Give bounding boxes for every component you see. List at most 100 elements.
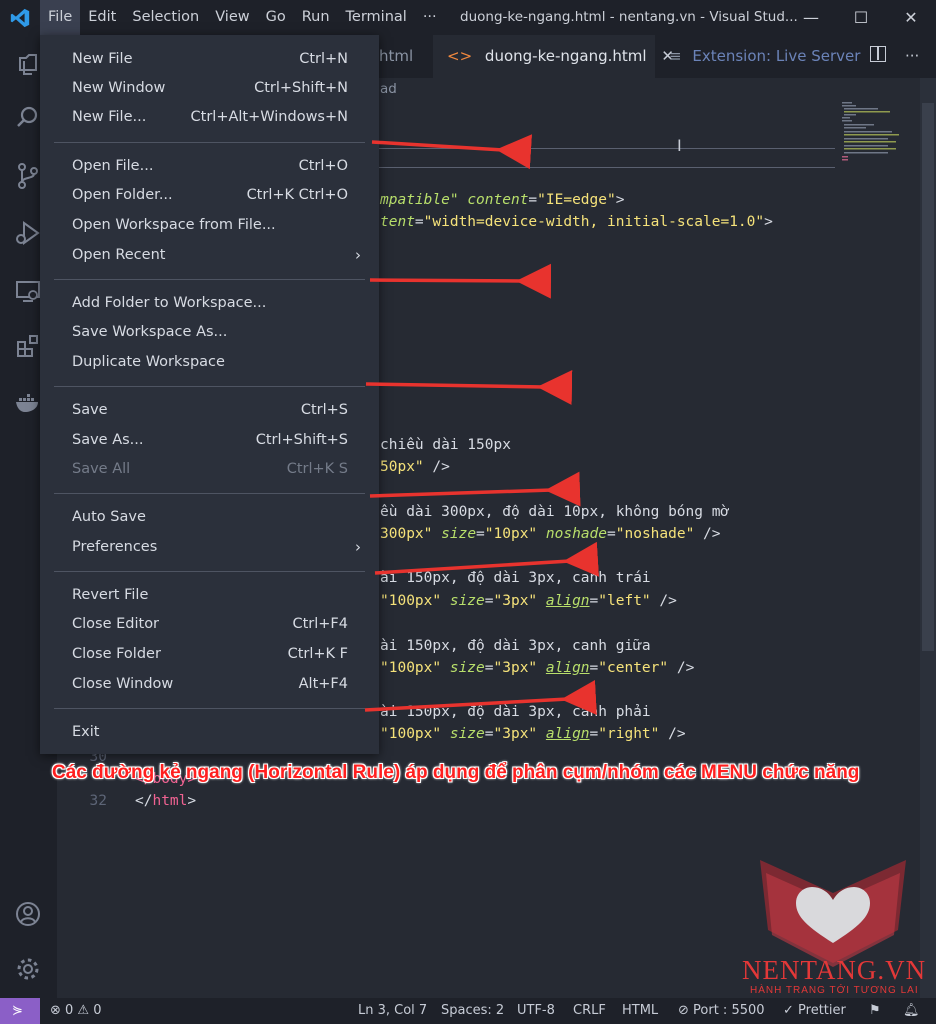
explorer-icon[interactable] [14,50,42,78]
indentation[interactable]: Spaces: 2 [441,998,504,1024]
window-title: duong-ke-ngang.html - nentang.vn - Visua… [460,9,798,25]
code-comment: ài 150px, độ dài 3px, canh phải [380,704,651,720]
window-controls: — ☐ ✕ [786,0,936,35]
current-line-guide [377,148,835,149]
tab-html-file[interactable]: html [379,35,433,78]
menu-item-open-folder[interactable]: Open Folder... Ctrl+K Ctrl+O [40,181,379,209]
docker-icon[interactable] [14,388,42,416]
code-comment: ài 150px, độ dài 3px, canh giữa [380,638,651,654]
code-comment: ều dài 300px, độ dài 10px, không bóng mờ [380,504,730,520]
line-number: 32 [89,793,107,809]
extension-preview-icon: ≡ [669,47,682,65]
tab-label: Extension: Live Server [692,47,861,65]
menu-item-close-window[interactable]: Close Window Alt+F4 [40,670,379,698]
menu-view[interactable]: View [207,0,257,35]
minimize-button[interactable]: — [786,0,836,35]
menu-item-open-workspace[interactable]: Open Workspace from File... [40,211,379,239]
menu-item-open-file[interactable]: Open File... Ctrl+O [40,152,379,180]
settings-gear-icon[interactable] [14,955,42,983]
menu-separator [54,571,365,572]
menu-separator [54,142,365,143]
menu-item-save[interactable]: Save Ctrl+S [40,396,379,424]
tab-live-server[interactable]: ≡ Extension: Live Server [655,35,860,78]
split-editor-icon[interactable] [870,46,886,62]
remote-icon: ⋟ [12,1003,23,1018]
brand-slogan: HÀNH TRANG TỚI TƯƠNG LAI [750,985,919,996]
problems-indicator[interactable]: ⊗ 0 ⚠ 0 [50,998,102,1024]
tab-label: html [379,47,414,65]
run-debug-icon[interactable] [14,219,42,247]
menu-item-open-recent[interactable]: Open Recent › [40,241,379,269]
status-bar: ⋟ ⊗ 0 ⚠ 0 Ln 3, Col 7 Spaces: 2 UTF-8 CR… [0,998,936,1024]
brand-name: NENTANG.VN [742,955,927,985]
accounts-icon[interactable] [14,900,42,928]
html-file-icon: <> [447,47,473,65]
menu-item-preferences[interactable]: Preferences › [40,533,379,561]
extensions-icon[interactable] [14,332,42,360]
code-line: 300px" size="10px" noshade="noshade" /> [380,526,721,542]
code-line: "100px" size="3px" align="left" /> [380,593,677,609]
code-comment: ài 150px, độ dài 3px, canh trái [380,570,651,586]
remote-indicator[interactable]: ⋟ [0,998,40,1024]
chevron-right-icon: › [355,246,361,264]
code-line: </html> [135,793,197,809]
menu-separator [54,279,365,280]
source-control-icon[interactable] [14,162,42,190]
feedback-icon[interactable]: ⚑ [869,998,881,1024]
search-icon[interactable] [14,104,42,132]
menu-item-save-all: Save All Ctrl+K S [72,461,348,477]
scrollbar-thumb[interactable] [922,103,934,651]
cursor-position[interactable]: Ln 3, Col 7 [358,998,427,1024]
menu-separator [54,708,365,709]
encoding[interactable]: UTF-8 [517,998,555,1024]
vscode-logo-icon [10,8,30,28]
menu-run[interactable]: Run [294,0,338,35]
menu-item-duplicate-workspace[interactable]: Duplicate Workspace [40,348,379,376]
code-line: "100px" size="3px" align="center" /> [380,660,695,676]
code-line: 50px" /> [380,459,450,475]
menu-more[interactable]: ··· [415,0,445,35]
menu-separator [54,386,365,387]
live-server-port[interactable]: ⊘ Port : 5500 [678,998,765,1024]
minimap[interactable] [840,100,920,170]
code-line: "100px" size="3px" align="right" /> [380,726,686,742]
remote-explorer-icon[interactable] [14,277,42,305]
tab-label: duong-ke-ngang.html [484,47,647,65]
close-window-button[interactable]: ✕ [886,0,936,35]
code-line: mpatible" content="IE=edge"> [380,192,625,208]
menu-item-new-window[interactable]: New Window Ctrl+Shift+N [40,74,379,102]
language-mode[interactable]: HTML [622,998,658,1024]
menu-item-close-folder[interactable]: Close Folder Ctrl+K F [40,640,379,668]
prettier-status[interactable]: ✓ Prettier [783,998,846,1024]
menu-item-auto-save[interactable]: Auto Save [40,503,379,531]
menu-edit[interactable]: Edit [80,0,124,35]
more-actions-icon[interactable]: ··· [905,35,919,78]
menu-go[interactable]: Go [258,0,294,35]
maximize-button[interactable]: ☐ [836,0,886,35]
notifications-bell-icon[interactable]: 🔔︎ [903,998,920,1024]
code-line: tent="width=device-width, initial-scale=… [380,214,773,230]
menu-item-save-as[interactable]: Save As... Ctrl+Shift+S [40,426,379,454]
chevron-right-icon: › [355,538,361,556]
menu-item-new-file[interactable]: New File Ctrl+N [40,45,379,73]
menu-terminal[interactable]: Terminal [338,0,415,35]
title-bar: File Edit Selection View Go Run Terminal… [0,0,936,35]
menu-file[interactable]: File [40,0,81,35]
menu-item-save-workspace-as[interactable]: Save Workspace As... [40,318,379,346]
line-ending[interactable]: CRLF [573,998,606,1024]
code-comment: chiều dài 150px [380,437,511,453]
menu-bar: File Edit Selection View Go Run Terminal… [40,0,445,35]
port-icon: ⊘ [678,1003,694,1018]
current-line-guide [377,167,835,168]
menu-selection[interactable]: Selection [124,0,207,35]
text-cursor-icon: I [677,136,682,155]
menu-item-add-folder[interactable]: Add Folder to Workspace... [40,289,379,317]
annotation-caption: Các đường kẻ ngang (Horizontal Rule) áp … [52,762,860,783]
menu-item-close-editor[interactable]: Close Editor Ctrl+F4 [40,610,379,638]
file-menu-dropdown: New File Ctrl+N New Window Ctrl+Shift+N Ne… [40,35,379,754]
menu-item-exit[interactable]: Exit [40,718,379,746]
menu-item-revert-file[interactable]: Revert File [40,581,379,609]
menu-item-new-file-with[interactable]: New File... Ctrl+Alt+Windows+N [40,103,379,131]
menu-separator [54,493,365,494]
tab-duong-ke-ngang[interactable]: <> duong-ke-ngang.html ✕ [433,35,674,78]
